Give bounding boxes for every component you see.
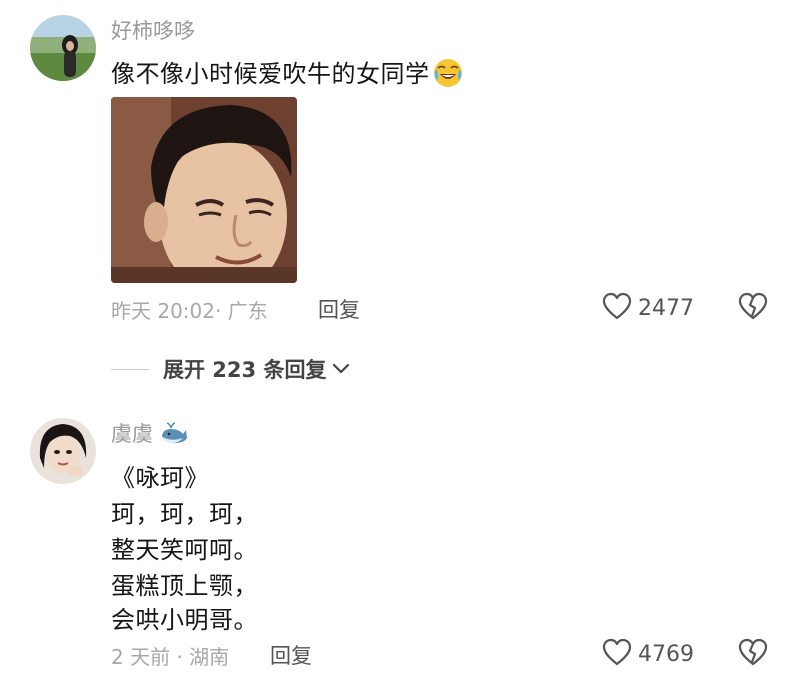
username[interactable]: 虞虞 bbox=[111, 418, 189, 451]
comment-photo[interactable] bbox=[111, 97, 297, 283]
comment-text-content: 像不像小时候爱吹牛的女同学 bbox=[111, 60, 430, 88]
broken-heart-icon bbox=[738, 638, 768, 670]
avatar[interactable] bbox=[30, 15, 96, 81]
poem-line: 蛋糕顶上颚， bbox=[111, 572, 258, 600]
reply-button[interactable]: 回复 bbox=[318, 294, 360, 324]
crying-laughing-face-icon bbox=[432, 56, 464, 94]
expand-replies-button[interactable]: 展开 223 条回复 bbox=[111, 354, 350, 384]
dislike-button[interactable] bbox=[738, 292, 768, 324]
comment-meta: 昨天 20:02· 广东 bbox=[111, 299, 268, 323]
like-count: 4769 bbox=[638, 641, 694, 667]
poem-line: 整天笑呵呵。 bbox=[111, 536, 258, 564]
meme-face-image bbox=[111, 97, 297, 283]
comment-meta: 2 天前 · 湖南 bbox=[111, 645, 230, 669]
broken-heart-icon bbox=[738, 292, 768, 324]
comment-text: 像不像小时候爱吹牛的女同学 bbox=[111, 54, 464, 94]
expand-replies-label: 展开 223 条回复 bbox=[163, 358, 327, 382]
dislike-button[interactable] bbox=[738, 638, 768, 670]
like-count: 2477 bbox=[638, 295, 694, 321]
heart-icon bbox=[602, 638, 632, 670]
avatar-image bbox=[30, 418, 96, 484]
whale-icon bbox=[159, 420, 189, 451]
avatar[interactable] bbox=[30, 418, 96, 484]
heart-icon bbox=[602, 292, 632, 324]
divider-line bbox=[111, 368, 149, 370]
poem-line: 珂，珂，珂， bbox=[111, 500, 258, 528]
poem-line: 会哄小明哥。 bbox=[111, 606, 258, 634]
username-text: 虞虞 bbox=[111, 422, 153, 446]
chevron-down-icon bbox=[332, 363, 350, 375]
like-button[interactable]: 4769 bbox=[602, 638, 694, 670]
username[interactable]: 好柿哆哆 bbox=[111, 15, 195, 45]
like-button[interactable]: 2477 bbox=[602, 292, 694, 324]
reply-button[interactable]: 回复 bbox=[270, 640, 312, 670]
poem-line: 《咏珂》 bbox=[111, 464, 209, 492]
avatar-image bbox=[30, 15, 96, 81]
